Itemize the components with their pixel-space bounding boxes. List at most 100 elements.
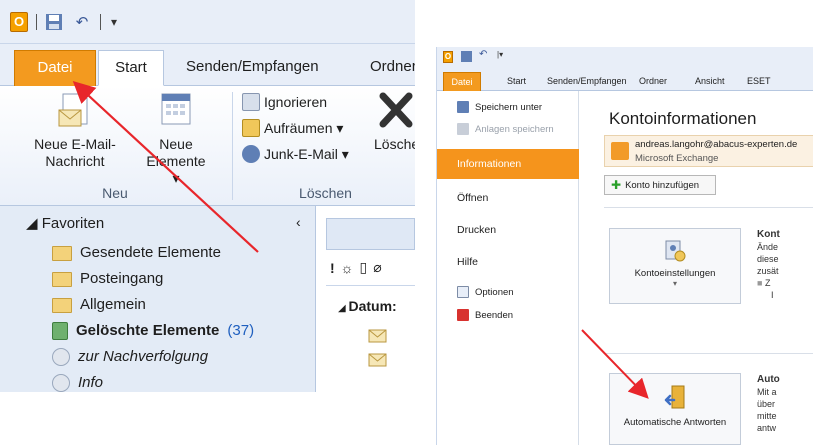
favorites-header[interactable]: ◢ Favoriten	[26, 214, 104, 234]
collapse-pane-icon[interactable]: ‹	[296, 212, 301, 232]
backstage-nav: Speichern unter Anlagen speichern Inform…	[437, 91, 589, 445]
exchange-account-icon	[611, 142, 629, 160]
folder-deleted[interactable]: Gelöschte Elemente (37)	[52, 321, 254, 341]
expand-icon: ◢	[338, 303, 349, 314]
attachment-column-icon[interactable]: ⌀	[373, 259, 381, 276]
date-group-label: Datum:	[348, 298, 397, 314]
customize-toolbar-icon[interactable]: |▾	[497, 50, 503, 59]
save-icon[interactable]	[461, 51, 472, 62]
options-command[interactable]: Optionen	[457, 286, 514, 298]
tab-start[interactable]: Start	[501, 72, 532, 91]
backstage-tab-print[interactable]: Drucken	[437, 215, 579, 245]
importance-column-icon[interactable]: !	[330, 260, 335, 276]
tab-file[interactable]: Datei	[443, 72, 481, 91]
tab-start[interactable]: Start	[98, 50, 164, 86]
account-settings-button[interactable]: Kontoeinstellungen ▾	[609, 228, 741, 304]
folder-label: Allgemein	[80, 296, 146, 313]
unread-count: (37)	[227, 322, 255, 339]
automatic-replies-heading: Auto	[757, 374, 780, 385]
backstage-content: Kontoinformationen andreas.langohr@abacu…	[579, 91, 813, 445]
mail-item-icon[interactable]	[368, 328, 388, 349]
folder-pane: ◢ Favoriten ‹ Gesendete Elemente Postein…	[0, 206, 316, 392]
backstage-tab-open[interactable]: Öffnen	[437, 183, 579, 213]
delete-button[interactable]: Lösche	[366, 88, 415, 153]
search-folder-info[interactable]: Info	[52, 373, 103, 392]
date-group-header[interactable]: ◢ Datum:	[338, 298, 397, 314]
tab-file[interactable]: Datei	[14, 50, 96, 86]
folder-inbox[interactable]: Posteingang	[52, 269, 163, 289]
backstage-tab-help[interactable]: Hilfe	[437, 247, 579, 277]
search-folder-icon	[52, 348, 70, 366]
backstage-tab-info[interactable]: Informationen	[437, 149, 589, 179]
automatic-replies-line: Mit a	[757, 387, 777, 397]
message-list: ! ☼ ▯ ⌀ ◢ Datum:	[316, 206, 415, 392]
exit-label: Beenden	[475, 309, 514, 321]
folder-label: Gelöschte Elemente	[76, 322, 220, 339]
new-items-button[interactable]: Neue Elemente ▾	[144, 88, 208, 187]
folder-sent[interactable]: Gesendete Elemente	[52, 243, 221, 263]
save-as-command[interactable]: Speichern unter	[457, 101, 542, 113]
automatic-replies-description: Auto Mit a über mitte antw	[757, 373, 780, 434]
save-attachments-icon	[457, 123, 469, 135]
mail-item-icon[interactable]	[368, 352, 388, 373]
save-attachments-command: Anlagen speichern	[457, 123, 554, 135]
type-column-icon[interactable]: ▯	[360, 259, 368, 276]
chevron-down-icon: ▾	[672, 279, 677, 288]
ribbon-tabs: Datei Start Senden/Empfangen Ordner	[0, 44, 415, 86]
ignore-label: Ignorieren	[264, 94, 328, 110]
reminder-column-icon[interactable]: ☼	[341, 260, 354, 276]
new-items-label: Neue Elemente ▾	[146, 136, 206, 186]
account-settings-label: Kontoeinstellungen	[634, 268, 716, 279]
new-items-icon	[161, 93, 191, 125]
account-settings-bullet-2: I	[771, 290, 774, 300]
outlook-logo-icon: O	[10, 12, 28, 32]
ignore-button[interactable]: Ignorieren	[242, 92, 327, 112]
account-type: Microsoft Exchange	[635, 153, 719, 164]
new-email-button[interactable]: Neue E-Mail-Nachricht	[8, 88, 142, 170]
options-icon	[457, 286, 469, 298]
account-settings-bullet: Z	[764, 278, 771, 288]
group-label-delete: Löschen	[299, 185, 352, 201]
automatic-replies-label: Automatische Antworten	[623, 417, 727, 428]
automatic-replies-line: über	[757, 399, 776, 409]
message-list-header	[326, 218, 415, 250]
ribbon-tabs: Datei Start Senden/Empfangen Ordner Ansi…	[437, 69, 813, 91]
tab-eset[interactable]: ESET	[741, 72, 777, 91]
account-email: andreas.langohr@abacus-experten.de	[635, 139, 798, 150]
undo-icon[interactable]: ↶	[72, 12, 92, 32]
cleanup-icon	[242, 119, 260, 137]
customize-toolbar-icon[interactable]: ▾	[106, 12, 122, 32]
ribbon: Neue E-Mail-Nachricht Neue Elemente ▾ Ne…	[0, 86, 415, 206]
tab-folder[interactable]: Ordner	[633, 72, 673, 91]
quick-access-toolbar: O ↶ ▾	[0, 0, 415, 44]
folder-icon	[52, 245, 72, 261]
search-folder-followup[interactable]: zur Nachverfolgung	[52, 347, 208, 367]
folder-icon	[52, 297, 72, 313]
bullet-icon: ■	[757, 278, 765, 288]
folder-general[interactable]: Allgemein	[52, 295, 146, 315]
account-settings-icon	[610, 239, 740, 266]
divider	[604, 353, 813, 354]
tab-send-receive[interactable]: Senden/Empfangen	[176, 50, 329, 86]
add-account-button[interactable]: ✚ Konto hinzufügen	[604, 175, 716, 195]
account-settings-line: zusät	[757, 266, 779, 276]
account-selector[interactable]: andreas.langohr@abacus-experten.de Micro…	[604, 135, 813, 167]
tab-send-receive[interactable]: Senden/Empfangen	[541, 72, 633, 91]
tab-view[interactable]: Ansicht	[689, 72, 731, 91]
delete-x-icon	[379, 92, 413, 128]
toolbar-separator	[36, 14, 37, 30]
junk-mail-button[interactable]: Junk-E-Mail ▾	[242, 144, 349, 164]
account-settings-line: diese	[757, 254, 779, 264]
exit-icon	[457, 309, 469, 321]
undo-icon[interactable]: ↶	[479, 49, 487, 60]
save-icon[interactable]	[44, 12, 64, 32]
new-email-icon	[58, 93, 88, 127]
page-title: Kontoinformationen	[609, 109, 757, 128]
tab-folder[interactable]: Ordner	[360, 50, 415, 86]
quick-access-toolbar: O ↶ |▾	[437, 47, 813, 69]
automatic-replies-button[interactable]: Automatische Antworten	[609, 373, 741, 445]
exit-command[interactable]: Beenden	[457, 309, 513, 321]
cleanup-button[interactable]: Aufräumen ▾	[242, 118, 343, 138]
ignore-icon	[242, 93, 260, 111]
save-as-label: Speichern unter	[475, 101, 543, 113]
